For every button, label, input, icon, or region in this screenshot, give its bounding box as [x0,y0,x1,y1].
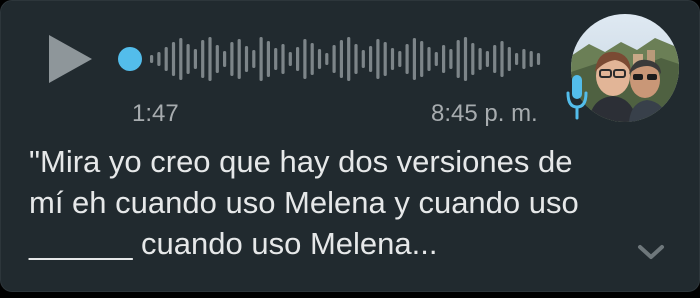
waveform-bar [164,47,168,71]
waveform-bar [507,47,511,71]
waveform-bar [274,48,278,70]
waveform-bar [493,45,497,73]
waveform-bar [201,40,205,78]
waveform-bar [179,38,183,80]
waveform-bar [208,37,212,81]
waveform-bar [193,49,197,69]
waveform-bar [471,43,475,75]
waveform-bar [522,49,526,69]
waveform-bar [420,41,424,77]
waveform-bar [215,45,219,73]
waveform-bar [529,51,533,67]
waveform-bar [252,50,256,68]
waveform-bar [427,47,431,71]
waveform-bar [339,40,343,78]
transcript-text: "Mira yo creo que hay dos versiones de m… [29,144,579,261]
play-icon[interactable] [49,35,92,83]
waveform-bar [449,49,453,69]
waveform-bar [317,49,322,69]
sent-time-label: 8:45 p. m. [431,100,538,127]
waveform-bar [412,38,416,80]
voice-message-bubble: 1:47 8:45 p. m. "Mira yo creo que hay do… [0,0,700,292]
waveform-bar [157,52,161,66]
waveform-bar [296,47,300,71]
chevron-down-icon[interactable] [637,243,665,261]
waveform-bar [244,46,249,72]
waveform-bar [390,48,395,70]
waveform-bar [536,53,541,65]
waveform-bar [369,46,373,72]
waveform[interactable] [116,29,544,89]
waveform-bar [376,39,380,79]
waveform-bar [361,50,365,68]
waveform-bar [310,43,314,75]
waveform-bar [325,53,329,65]
waveform-bar [150,55,154,63]
waveform-bar [266,41,270,77]
waveform-bar [303,39,307,79]
waveform-bar [500,41,504,77]
waveform-bar [186,44,190,74]
waveform-bar [463,37,468,81]
waveform-bar [442,45,446,73]
waveform-bar [485,51,489,67]
waveform-bar [288,52,292,66]
duration-label: 1:47 [132,100,179,127]
waveform-bar [478,48,482,70]
waveform-bar [281,44,285,74]
microphone-icon [566,75,588,120]
waveform-bar [398,51,402,67]
waveform-bar [405,44,409,74]
waveform-bar [383,42,387,76]
waveform-bar [223,51,227,67]
waveform-bar [354,44,358,74]
waveform-bar [230,42,234,76]
waveform-bar [332,45,336,73]
waveform-bar [259,37,263,81]
waveform-bar [515,53,519,65]
waveform-bar [456,40,460,78]
playback-scrubber [118,47,142,71]
waveform-bar [171,42,176,76]
waveform-bar [434,52,438,66]
waveform-bar [347,37,351,81]
waveform-bar [237,39,241,79]
